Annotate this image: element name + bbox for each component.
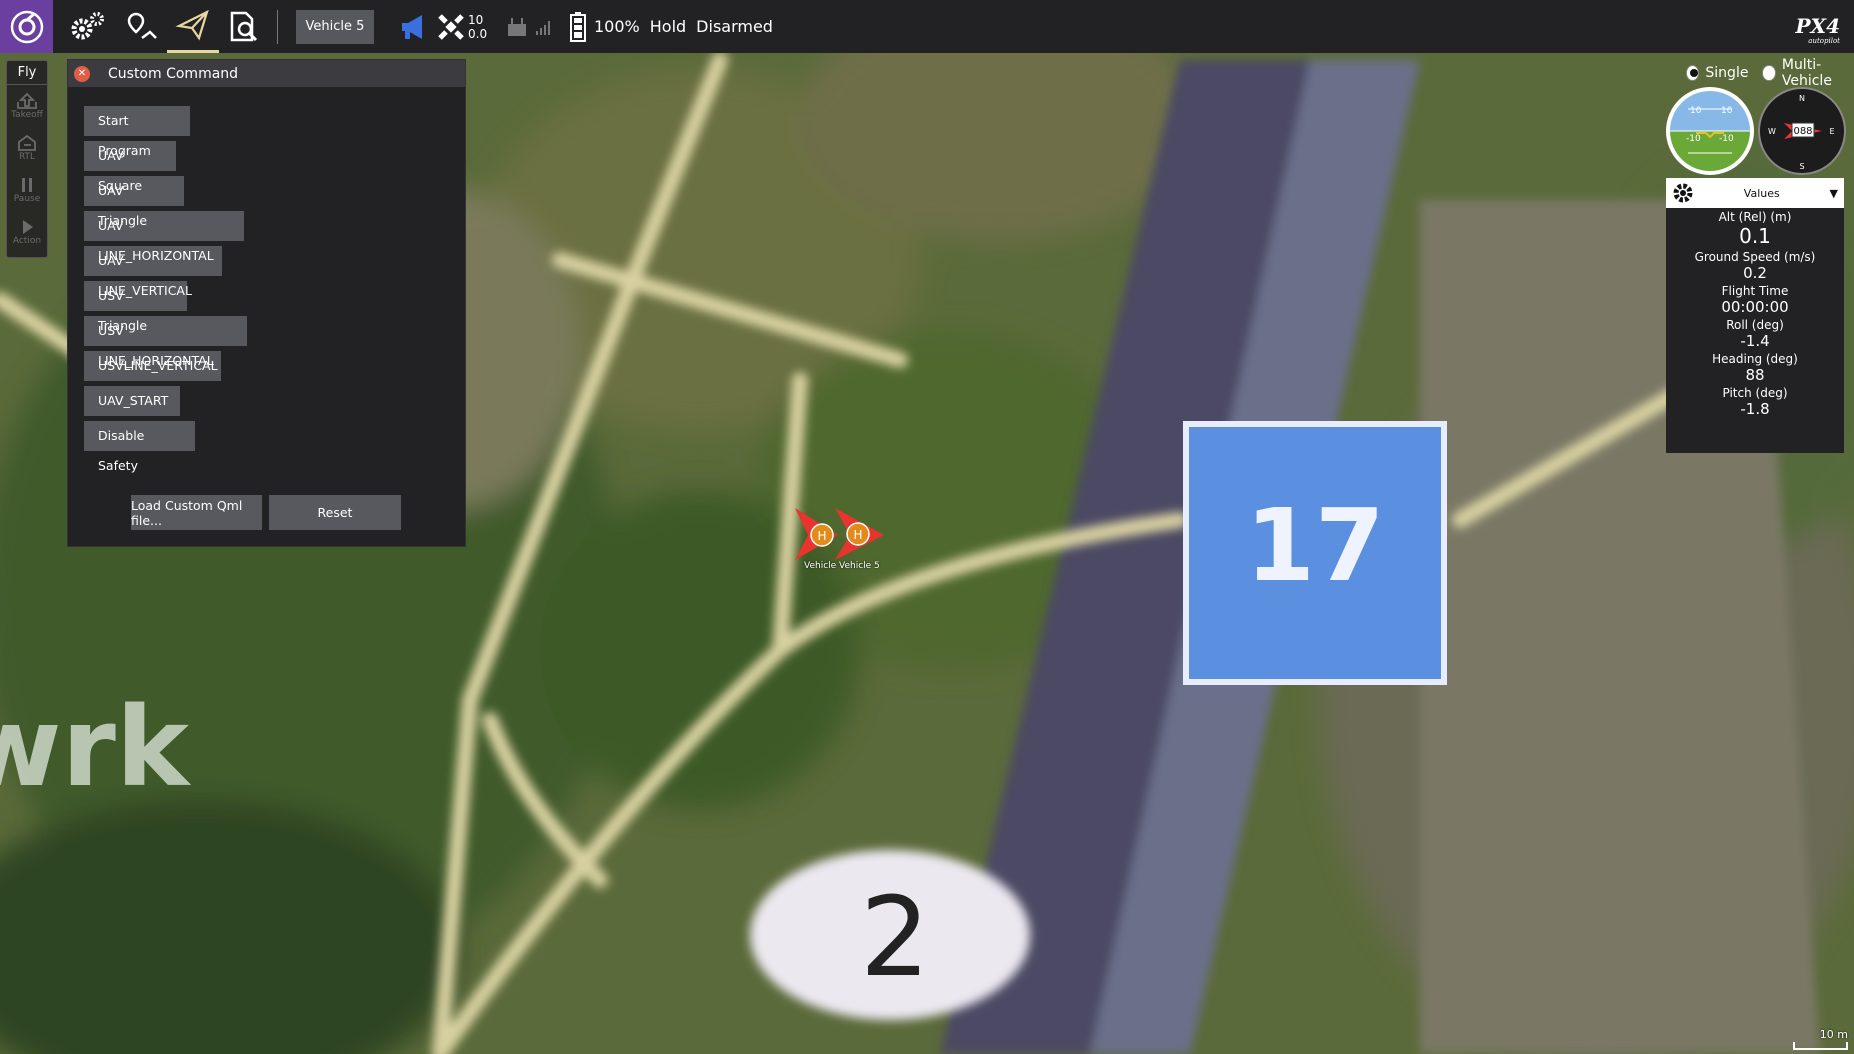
single-label: Single — [1705, 65, 1749, 81]
analyze-icon[interactable] — [219, 0, 269, 53]
value-heading: Heading (deg) 88 — [1666, 352, 1844, 384]
home-marker-1: H — [817, 529, 826, 543]
map-place-text: wrk — [0, 683, 192, 811]
attitude-tick-2: 10 — [1721, 106, 1733, 116]
road-sign-2: 2 — [860, 873, 930, 1001]
map-scale-bar — [1793, 1042, 1848, 1050]
vehicle-label-1: Vehicle — [804, 561, 837, 571]
instrument-panel[interactable]: 10 10 -10 -10 N E S W 088 — [1666, 85, 1846, 177]
value-label: Alt (Rel) (m) — [1718, 210, 1792, 224]
cmd-uav-line-horizontal-button[interactable]: UAV LINE_HORIZONTAL — [84, 211, 244, 263]
single-radio[interactable] — [1686, 65, 1700, 81]
custom-command-title: Custom Command — [108, 65, 239, 82]
cmd-disable-safety-button[interactable]: Disable Safety — [84, 421, 195, 473]
takeoff-icon — [17, 92, 37, 109]
plan-icon[interactable] — [117, 0, 167, 53]
pause-icon — [22, 178, 32, 192]
vehicle-selector[interactable]: Vehicle 5 — [296, 9, 374, 44]
compass-south: S — [1799, 162, 1804, 171]
attitude-tick-3: -10 — [1686, 134, 1701, 144]
pause-label: Pause — [13, 194, 41, 204]
attitude-tick-1: 10 — [1690, 106, 1702, 116]
command-list: Start Program UAV Square UAV Triangle UA… — [84, 106, 247, 473]
gps-readout: 10 0.0 — [468, 13, 496, 41]
values-panel: Values ▼ Alt (Rel) (m) 0.1 Ground Speed … — [1666, 178, 1844, 453]
load-custom-qml-button[interactable]: Load Custom Qml file... — [131, 495, 262, 530]
value-roll: Roll (deg) -1.4 — [1666, 318, 1844, 350]
messages-megaphone-icon[interactable] — [394, 0, 434, 53]
value-ground-speed: Ground Speed (m/s) 0.2 — [1666, 250, 1844, 282]
rtl-label: RTL — [18, 152, 36, 162]
reset-button[interactable]: Reset — [269, 495, 401, 530]
value-label: Roll (deg) — [1726, 318, 1784, 332]
value-label: Heading (deg) — [1712, 352, 1798, 366]
battery-percent: 100% — [594, 17, 640, 36]
home-marker-5: H — [853, 528, 862, 542]
cmd-usv-line-vertical-button[interactable]: USVLINE_VERTICAL — [84, 351, 221, 381]
map-scale: 10 m — [1788, 1024, 1854, 1054]
rtl-icon — [18, 134, 36, 151]
vehicle-label-5: Vehicle 5 — [839, 561, 880, 571]
px4-logo: PX4 autopilot — [1795, 14, 1840, 45]
fly-toolstrip: Fly Takeoff RTL Pause Action — [6, 60, 48, 258]
cmd-uav-start-button[interactable]: UAV_START — [84, 386, 180, 416]
compass-east: E — [1829, 127, 1834, 136]
attitude-tick-4: -10 — [1719, 134, 1734, 144]
value-label: Flight Time — [1721, 284, 1789, 298]
action-icon — [23, 220, 33, 234]
arm-state[interactable]: Disarmed — [696, 17, 773, 36]
close-icon[interactable]: ✕ — [74, 65, 90, 82]
signal-icon — [532, 0, 556, 53]
settings-gears-icon[interactable] — [59, 0, 117, 53]
flight-mode[interactable]: Hold — [650, 17, 686, 36]
action-label: Action — [12, 236, 42, 246]
rc-icon[interactable] — [502, 0, 532, 53]
rtl-button[interactable]: RTL — [7, 127, 47, 169]
cmd-start-program-button[interactable]: Start Program — [84, 106, 190, 158]
fly-paper-plane-icon[interactable] — [167, 0, 219, 53]
compass-west: W — [1768, 127, 1776, 136]
compass-heading-readout: 088 — [1793, 126, 1812, 137]
fly-toolstrip-title: Fly — [7, 61, 47, 85]
takeoff-label: Takeoff — [11, 110, 43, 120]
value-alt-rel: Alt (Rel) (m) 0.1 — [1666, 210, 1844, 248]
custom-command-panel: ✕ Custom Command Start Program UAV Squar… — [67, 59, 466, 547]
action-button[interactable]: Action — [7, 211, 47, 253]
value-label: Pitch (deg) — [1722, 386, 1788, 400]
pause-button[interactable]: Pause — [7, 169, 47, 211]
value-number: 00:00:00 — [1721, 298, 1789, 316]
satellite-count: 10 — [468, 12, 484, 27]
compass-north: N — [1799, 94, 1805, 103]
value-number: -1.8 — [1740, 400, 1770, 418]
value-flight-time: Flight Time 00:00:00 — [1666, 284, 1844, 316]
toolbar-separator — [277, 9, 278, 44]
value-number: 0.1 — [1739, 224, 1771, 248]
values-header-label: Values — [1743, 186, 1780, 200]
value-number: 88 — [1745, 366, 1765, 384]
gear-icon[interactable] — [1672, 182, 1694, 204]
cmd-usv-line-horizontal-button[interactable]: USV LINE_HORIZONTAL — [84, 316, 247, 368]
value-pitch: Pitch (deg) -1.8 — [1666, 386, 1844, 418]
value-label: Ground Speed (m/s) — [1694, 250, 1816, 264]
value-number: 0.2 — [1743, 264, 1767, 282]
takeoff-button[interactable]: Takeoff — [7, 85, 47, 127]
custom-command-header: ✕ Custom Command — [68, 60, 465, 87]
qgc-logo-icon[interactable] — [0, 0, 53, 53]
battery-icon[interactable] — [566, 0, 590, 53]
main-toolbar: Vehicle 5 10 0.0 100% Hold Disarmed PX4 a… — [0, 0, 1854, 53]
hdop-value: 0.0 — [468, 26, 488, 41]
values-header[interactable]: Values ▼ — [1666, 178, 1844, 208]
chevron-down-icon[interactable]: ▼ — [1830, 187, 1838, 200]
road-sign-17: 17 — [1245, 487, 1384, 604]
map-scale-label: 10 m — [1819, 1028, 1848, 1041]
multi-vehicle-radio[interactable] — [1762, 65, 1776, 81]
gps-satellite-icon[interactable] — [434, 0, 468, 53]
px4-logo-text: PX4 — [1795, 14, 1840, 38]
value-number: -1.4 — [1740, 332, 1770, 350]
px4-logo-sub: autopilot — [1808, 37, 1840, 45]
